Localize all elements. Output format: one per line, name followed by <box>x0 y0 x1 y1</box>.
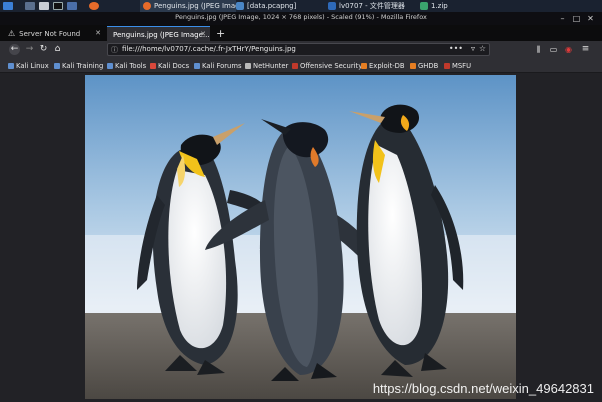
kali-dragon-icon <box>8 63 14 69</box>
pocket-icon[interactable]: ▿ <box>471 44 475 53</box>
task-label: 1.zip <box>431 2 448 10</box>
sidebar-icon[interactable]: ▭ <box>548 44 559 55</box>
minimize-icon[interactable]: – <box>558 14 567 23</box>
bookmark-label: Kali Forums <box>202 62 242 70</box>
bookmark-label: MSFU <box>452 62 472 70</box>
extension-icon[interactable]: ◉ <box>563 44 574 55</box>
menu-icon[interactable]: ≡ <box>580 44 591 55</box>
bookmark-exploit-db[interactable]: Exploit-DB <box>361 61 405 71</box>
bookmark-label: Kali Linux <box>16 62 49 70</box>
forward-icon[interactable]: → <box>24 44 35 55</box>
kali-menu-icon[interactable] <box>3 2 13 10</box>
bookmark-label: Exploit-DB <box>369 62 405 70</box>
msfu-icon <box>444 63 450 69</box>
window-title: Penguins.jpg (JPEG Image, 1024 × 768 pix… <box>175 13 427 21</box>
tab-label: Penguins.jpg (JPEG Image... <box>113 30 210 39</box>
bookmark-kali-tools[interactable]: Kali Tools <box>107 61 146 71</box>
maximize-icon[interactable]: □ <box>572 14 581 23</box>
bookmark-kali-docs[interactable]: Kali Docs <box>150 61 189 71</box>
kali-dragon-icon <box>54 63 60 69</box>
workspace-icon[interactable] <box>25 2 35 10</box>
url-bar[interactable]: ⓘ file:///home/lv0707/.cache/.fr-JxTHrY/… <box>107 43 490 56</box>
nethunter-icon <box>245 63 251 69</box>
url-text[interactable]: file:///home/lv0707/.cache/.fr-JxTHrY/Pe… <box>122 45 296 53</box>
file-manager-launcher-icon[interactable] <box>39 2 49 10</box>
penguins-image[interactable] <box>85 75 516 399</box>
wireshark-icon <box>236 2 244 10</box>
page-content: https://blog.csdn.net/weixin_49642831 <box>0 73 602 402</box>
task-label: lv0707 - 文件管理器 <box>339 2 405 10</box>
bookmark-offensive-security[interactable]: Offensive Security <box>292 61 362 71</box>
tab-close-icon[interactable]: ✕ <box>200 30 206 38</box>
docs-icon <box>150 63 156 69</box>
exploit-db-icon <box>361 63 367 69</box>
archive-icon <box>420 2 428 10</box>
tab-server-not-found[interactable]: ⚠ Server Not Found ✕ <box>2 26 105 41</box>
system-taskbar: Penguins.jpg (JPEG Imag... [data.pcapng]… <box>0 0 602 12</box>
taskbar-task-firefox[interactable]: Penguins.jpg (JPEG Imag... <box>140 0 236 12</box>
bookmark-star-icon[interactable]: ☆ <box>479 44 486 53</box>
bookmark-msfu[interactable]: MSFU <box>444 61 471 71</box>
tab-close-icon[interactable]: ✕ <box>95 29 101 37</box>
offsec-icon <box>292 63 298 69</box>
kali-dragon-icon <box>194 63 200 69</box>
bookmark-kali-training[interactable]: Kali Training <box>54 61 103 71</box>
penguins-photo <box>85 75 516 399</box>
firefox-launcher-icon[interactable] <box>89 2 99 10</box>
page-info-icon[interactable]: ⓘ <box>111 45 118 55</box>
home-icon[interactable]: ⌂ <box>52 44 63 55</box>
firefox-icon <box>143 2 151 10</box>
tab-strip: ⚠ Server Not Found ✕ Penguins.jpg (JPEG … <box>0 25 602 42</box>
csdn-watermark: https://blog.csdn.net/weixin_49642831 <box>372 381 594 396</box>
warning-icon: ⚠ <box>8 29 16 38</box>
bookmark-label: Kali Docs <box>158 62 190 70</box>
ghdb-icon <box>410 63 416 69</box>
browser-launcher-icon[interactable] <box>67 2 77 10</box>
tab-label: Server Not Found <box>19 29 81 38</box>
folder-icon <box>328 2 336 10</box>
bookmark-label: GHDB <box>418 62 439 70</box>
taskbar-task-archive[interactable]: 1.zip <box>420 0 480 12</box>
bookmark-label: Kali Tools <box>115 62 147 70</box>
terminal-launcher-icon[interactable] <box>53 2 63 10</box>
bookmark-label: Offensive Security <box>300 62 363 70</box>
task-label: [data.pcapng] <box>247 2 297 10</box>
kali-dragon-icon <box>107 63 113 69</box>
bookmark-nethunter[interactable]: NetHunter <box>245 61 288 71</box>
bookmark-ghdb[interactable]: GHDB <box>410 61 438 71</box>
taskbar-task-wireshark[interactable]: [data.pcapng] <box>236 0 316 12</box>
bookmark-label: Kali Training <box>62 62 104 70</box>
bookmarks-toolbar: Kali Linux Kali Training Kali Tools Kali… <box>0 58 602 73</box>
window-titlebar: Penguins.jpg (JPEG Image, 1024 × 768 pix… <box>0 12 602 25</box>
bookmark-kali-linux[interactable]: Kali Linux <box>8 61 49 71</box>
taskbar-task-file-manager[interactable]: lv0707 - 文件管理器 <box>328 0 410 12</box>
bookmark-label: NetHunter <box>253 62 289 70</box>
reload-icon[interactable]: ↻ <box>38 44 49 55</box>
back-icon[interactable]: ← <box>9 44 20 55</box>
task-label: Penguins.jpg (JPEG Imag... <box>154 2 236 10</box>
close-icon[interactable]: ✕ <box>586 14 595 23</box>
page-actions-icon[interactable]: ••• <box>449 44 463 53</box>
new-tab-icon[interactable]: + <box>216 27 225 40</box>
navigation-bar: ← → ↻ ⌂ ⓘ file:///home/lv0707/.cache/.fr… <box>0 41 602 58</box>
bookmark-kali-forums[interactable]: Kali Forums <box>194 61 242 71</box>
tab-penguins[interactable]: Penguins.jpg (JPEG Image... ✕ <box>107 26 210 42</box>
library-icon[interactable]: ⫼ <box>533 44 544 55</box>
